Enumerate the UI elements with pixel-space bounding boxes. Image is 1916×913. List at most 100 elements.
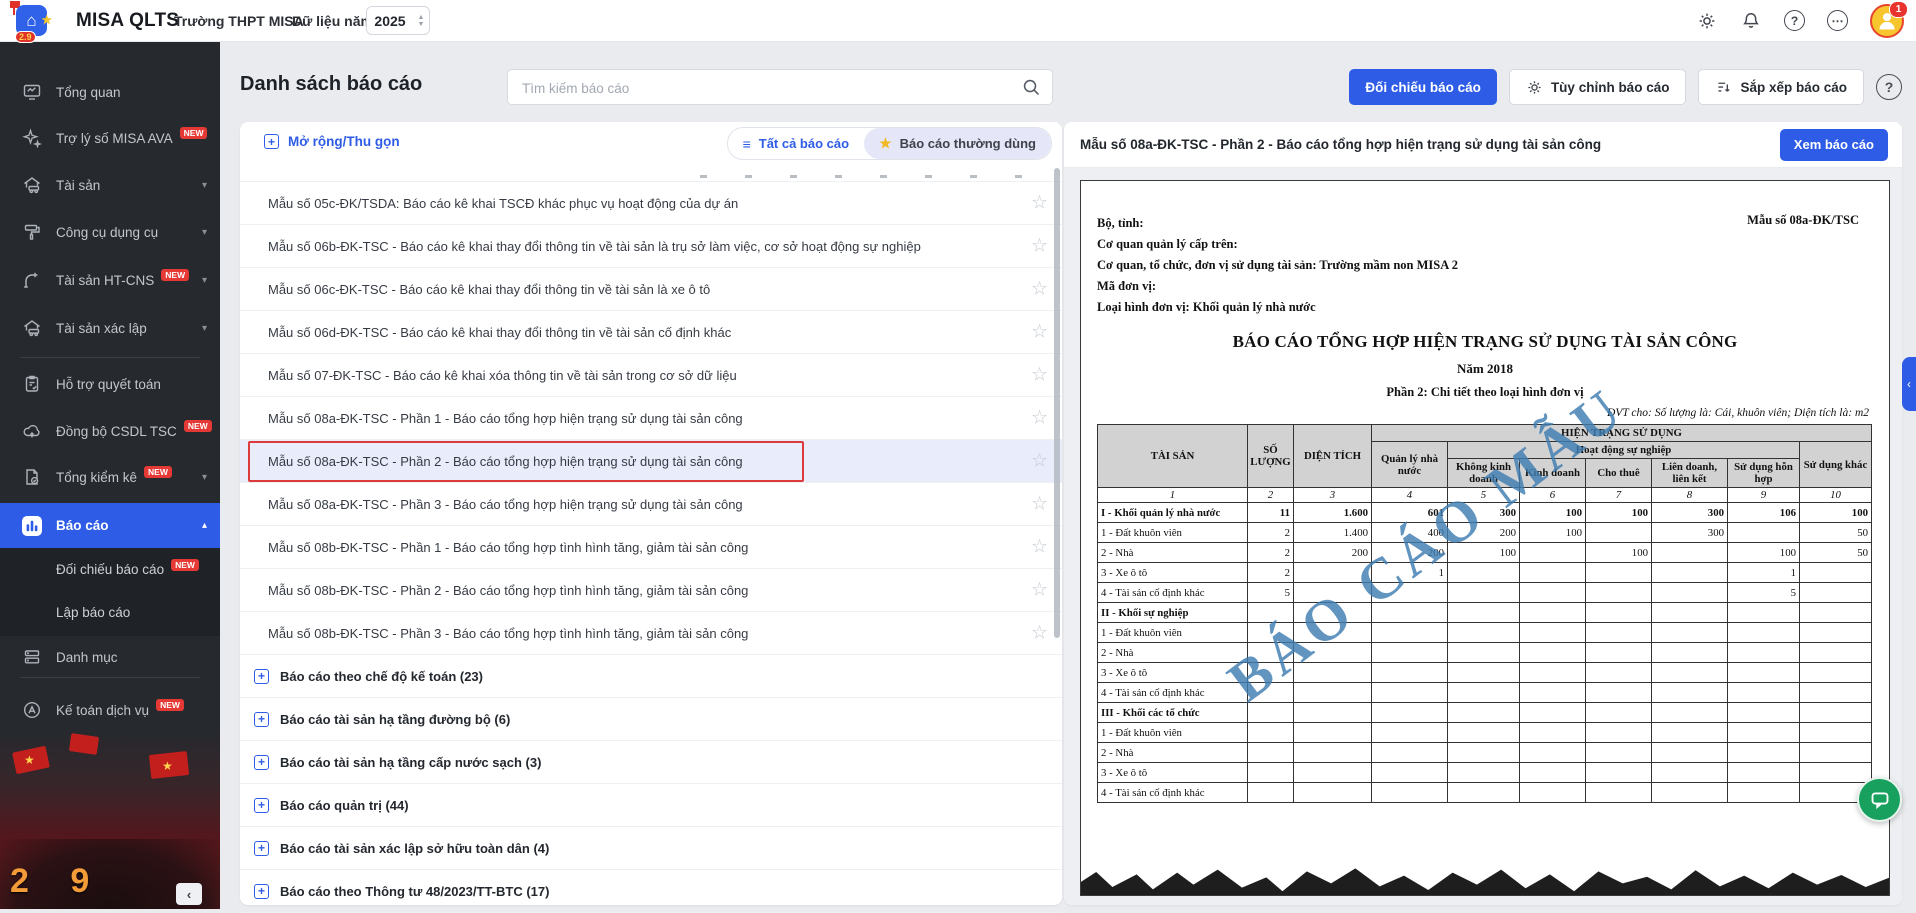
favorite-star-icon[interactable]: ☆ (1031, 321, 1048, 344)
report-name: Mẫu số 08b-ĐK-TSC - Phần 2 - Báo cáo tổn… (268, 583, 748, 598)
sidebar-subitem-lap-bao-cao[interactable]: Lập báo cáo (0, 591, 220, 634)
user-avatar[interactable]: 1 (1870, 4, 1904, 38)
report-list: Mẫu số 05c-ĐK/TSDA: Báo cáo kê khai TSCĐ… (240, 182, 1062, 655)
report-list-item[interactable]: Mẫu số 08a-ĐK-TSC - Phần 3 - Báo cáo tổn… (240, 483, 1062, 526)
sidebar-item-tai-san[interactable]: Tài sản ▾ (0, 165, 220, 205)
report-list-item[interactable]: Mẫu số 08a-ĐK-TSC - Phần 2 - Báo cáo tổn… (240, 440, 1062, 483)
asset-house-icon (22, 318, 42, 338)
favorite-star-icon[interactable]: ☆ (1031, 278, 1048, 301)
group-name: Báo cáo tài sản xác lập sở hữu toàn dân … (280, 841, 549, 856)
compare-reports-button[interactable]: Đối chiếu báo cáo (1349, 69, 1497, 105)
sidebar-item-bao-cao[interactable]: Báo cáo ▴ (0, 503, 220, 548)
search-input[interactable] (520, 70, 1014, 106)
expand-collapse-link[interactable]: + Mở rộng/Thu gọn (264, 134, 400, 149)
sidebar-collapse-button[interactable]: ‹ (176, 883, 202, 905)
expand-plus-icon[interactable]: + (254, 755, 269, 770)
favorite-star-icon[interactable]: ☆ (1031, 493, 1048, 516)
group-name: Báo cáo theo Thông tư 48/2023/TT-BTC (17… (280, 884, 549, 899)
favorite-star-icon[interactable]: ☆ (1031, 235, 1048, 258)
report-list-item[interactable]: Mẫu số 07-ĐK-TSC - Báo cáo kê khai xóa t… (240, 354, 1062, 397)
panel-collapse-tab[interactable]: ‹ (1902, 357, 1916, 411)
favorite-star-icon[interactable]: ☆ (1031, 536, 1048, 559)
sidebar-item-ke-toan-dich-vu[interactable]: Kế toán dịch vụ NEW (0, 690, 220, 730)
report-list-item[interactable]: Mẫu số 08b-ĐK-TSC - Phần 3 - Báo cáo tổn… (240, 612, 1062, 655)
expand-plus-icon[interactable]: + (254, 884, 269, 899)
help-question-icon[interactable]: ? (1876, 74, 1902, 100)
more-ellipsis-icon[interactable]: ⋯ (1827, 10, 1848, 31)
report-search[interactable] (507, 69, 1053, 105)
filter-favorite-reports[interactable]: ★ Báo cáo thường dùng (864, 128, 1051, 159)
chevron-down-icon: ▾ (202, 472, 207, 483)
customize-reports-button[interactable]: Tùy chỉnh báo cáo (1509, 69, 1687, 105)
year-down-icon[interactable]: ▼ (418, 21, 425, 28)
new-badge: NEW (171, 559, 199, 571)
year-value[interactable]: 2025 (367, 13, 413, 29)
favorite-star-icon[interactable]: ☆ (1031, 579, 1048, 602)
year-up-icon[interactable]: ▲ (418, 14, 425, 21)
preview-scroll-area[interactable]: Mẫu số 08a-ĐK/TSC Bộ, tỉnh:Cơ quan quản … (1064, 168, 1902, 905)
national-day-number: 2 9 (10, 862, 105, 901)
data-year-label: Dữ liệu năm (292, 13, 373, 29)
report-group-item[interactable]: + Báo cáo quản trị (44) (240, 784, 1062, 827)
favorite-star-icon[interactable]: ☆ (1031, 407, 1048, 430)
report-list-item[interactable]: Mẫu số 06d-ĐK-TSC - Báo cáo kê khai thay… (240, 311, 1062, 354)
report-group-item[interactable]: + Báo cáo theo Thông tư 48/2023/TT-BTC (… (240, 870, 1062, 913)
help-question-icon[interactable]: ? (1784, 10, 1805, 31)
support-chat-button[interactable] (1857, 777, 1902, 822)
report-list-item[interactable]: Mẫu số 08a-ĐK-TSC - Phần 1 - Báo cáo tổn… (240, 397, 1062, 440)
settings-gear-icon[interactable] (1696, 10, 1718, 32)
document-check-icon (22, 467, 42, 487)
gear-icon (1526, 79, 1543, 96)
report-list-item[interactable]: Mẫu số 08b-ĐK-TSC - Phần 2 - Báo cáo tổn… (240, 569, 1062, 612)
new-badge: NEW (156, 699, 184, 711)
favorite-star-icon[interactable]: ☆ (1031, 622, 1048, 645)
list-scrollbar-thumb[interactable] (1054, 168, 1060, 638)
favorite-star-icon[interactable]: ☆ (1031, 192, 1048, 215)
report-list-item[interactable]: Mẫu số 08b-ĐK-TSC - Phần 1 - Báo cáo tổn… (240, 526, 1062, 569)
report-group-item[interactable]: + Báo cáo theo chế độ kế toán (23) (240, 655, 1062, 698)
year-stepper[interactable]: 2025 ▲ ▼ (366, 6, 430, 35)
document-part: Phần 2: Chi tiết theo loại hình đơn vị (1097, 385, 1873, 400)
sort-reports-button[interactable]: Sắp xếp báo cáo (1698, 69, 1864, 105)
report-list-item[interactable]: Mẫu số 06c-ĐK-TSC - Báo cáo kê khai thay… (240, 268, 1062, 311)
report-group-item[interactable]: + Báo cáo tài sản hạ tầng cấp nước sạch … (240, 741, 1062, 784)
filter-all-reports[interactable]: ≡ Tất cả báo cáo (728, 128, 864, 159)
sidebar-item-danh-muc[interactable]: Danh mục (0, 637, 220, 677)
organization-name[interactable]: Trường THPT MISA (174, 13, 304, 29)
report-name: Mẫu số 08a-ĐK-TSC - Phần 1 - Báo cáo tổn… (268, 411, 743, 426)
flag-star-icon: ★ (24, 753, 35, 767)
sidebar-item-tai-san-xac-lap[interactable]: Tài sản xác lập ▾ (0, 308, 220, 348)
sidebar-item-tai-san-ht-cns[interactable]: Tài sản HT-CNS NEW ▾ (0, 260, 220, 300)
expand-plus-icon[interactable]: + (254, 669, 269, 684)
favorite-star-icon[interactable]: ☆ (1031, 450, 1048, 473)
clipped-report-row[interactable] (240, 164, 1062, 182)
sidebar-item-dong-bo-csdl[interactable]: Đồng bộ CSDL TSC NEW (0, 411, 220, 451)
report-group-item[interactable]: + Báo cáo tài sản hạ tầng đường bộ (6) (240, 698, 1062, 741)
group-name: Báo cáo theo chế độ kế toán (23) (280, 669, 483, 684)
report-list-item[interactable]: Mẫu số 06b-ĐK-TSC - Báo cáo kê khai thay… (240, 225, 1062, 268)
search-icon[interactable] (1021, 77, 1042, 98)
expand-plus-icon[interactable]: + (254, 712, 269, 727)
sidebar-item-ho-tro-quyet-toan[interactable]: Hỗ trợ quyết toán (0, 364, 220, 404)
sidebar-subitem-doi-chieu-bao-cao[interactable]: Đối chiếu báo cáo NEW (0, 548, 220, 591)
report-name: Mẫu số 08b-ĐK-TSC - Phần 3 - Báo cáo tổn… (268, 626, 748, 641)
flag-star-icon: ★ (162, 759, 173, 773)
report-document: Mẫu số 08a-ĐK/TSC Bộ, tỉnh:Cơ quan quản … (1080, 180, 1890, 896)
report-group-item[interactable]: + Báo cáo tài sản xác lập sở hữu toàn dâ… (240, 827, 1062, 870)
sidebar-item-tro-ly-so[interactable]: Trợ lý số MISA AVA NEW (0, 118, 220, 158)
sidebar-item-tong-quan[interactable]: Tổng quan (0, 72, 220, 112)
document-header-line: Loại hình đơn vị: Khối quản lý nhà nước (1097, 297, 1873, 318)
sidebar-divider (20, 357, 200, 358)
sidebar-item-cong-cu-dung-cu[interactable]: Công cụ dụng cụ ▾ (0, 212, 220, 252)
cloud-sync-icon (22, 421, 42, 441)
sidebar-item-tong-kiem-ke[interactable]: Tổng kiểm kê NEW ▾ (0, 457, 220, 497)
notifications-bell-icon[interactable] (1740, 10, 1762, 32)
chevron-down-icon: ▾ (202, 180, 207, 191)
view-report-button[interactable]: Xem báo cáo (1780, 129, 1888, 161)
document-unit-note: ĐVT cho: Số lượng là: Cái, khuôn viên; D… (1097, 407, 1873, 419)
expand-plus-icon[interactable]: + (254, 841, 269, 856)
document-header-block: Bộ, tỉnh:Cơ quan quản lý cấp trên:Cơ qua… (1097, 213, 1873, 318)
report-list-item[interactable]: Mẫu số 05c-ĐK/TSDA: Báo cáo kê khai TSCĐ… (240, 182, 1062, 225)
favorite-star-icon[interactable]: ☆ (1031, 364, 1048, 387)
expand-plus-icon[interactable]: + (254, 798, 269, 813)
